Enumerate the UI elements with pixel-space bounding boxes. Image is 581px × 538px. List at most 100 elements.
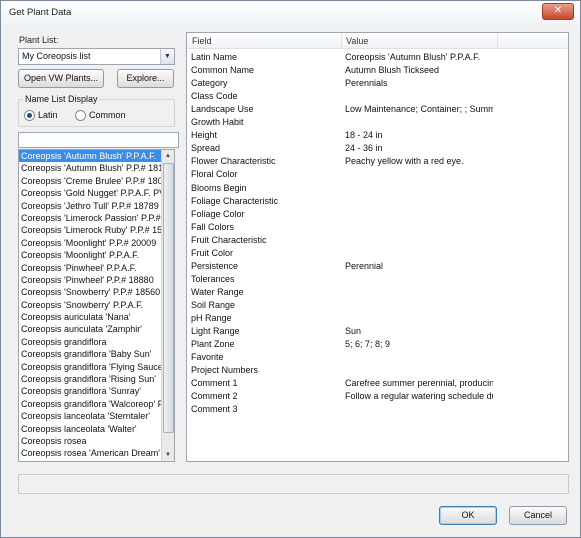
plant-list-items: Coreopsis 'Autumn Blush' P.P.A.F. Coreops…: [19, 150, 161, 460]
table-header: Field Value: [187, 33, 568, 49]
table-row[interactable]: Foliage Color: [187, 208, 568, 221]
plant-list-item[interactable]: Coreopsis grandiflora 'Rising Sun': [19, 373, 161, 385]
table-row[interactable]: Fruit Characteristic: [187, 234, 568, 247]
field-cell: Latin Name: [191, 52, 238, 62]
table-row[interactable]: Height 18 - 24 in: [187, 129, 568, 142]
plant-list-item[interactable]: Coreopsis 'Autumn Blush' P.P.# 18184: [19, 162, 161, 174]
plant-list-item[interactable]: Coreopsis 'Limerock Passion' P.P.# 15: [19, 212, 161, 224]
open-vw-plants-button[interactable]: Open VW Plants...: [18, 69, 104, 88]
latin-radio-label[interactable]: Latin: [38, 110, 58, 120]
field-cell: Category: [191, 78, 228, 89]
plant-list-item[interactable]: Coreopsis auriculata 'Zamphir': [19, 323, 161, 335]
plant-list-label: Plant List:: [19, 35, 59, 45]
plant-list-item[interactable]: Coreopsis 'Snowberry' P.P.# 18560: [19, 286, 161, 298]
plant-data-table[interactable]: Field Value Latin Name Coreopsis 'Autumn …: [186, 32, 569, 462]
table-row[interactable]: Category Perennials: [187, 77, 568, 90]
name-list-display-label: Name List Display: [23, 94, 100, 104]
table-row[interactable]: Flower Characteristic Peachy yellow with …: [187, 155, 568, 168]
field-column-header[interactable]: Field: [192, 36, 212, 46]
close-button[interactable]: ✕: [542, 3, 574, 20]
table-row[interactable]: Plant Zone 5; 6; 7; 8; 9: [187, 338, 568, 351]
table-row[interactable]: Light Range Sun: [187, 325, 568, 338]
plant-list-item[interactable]: Coreopsis grandiflora: [19, 336, 161, 348]
plant-list-item[interactable]: Coreopsis grandiflora 'Walcoreop' P.P.: [19, 398, 161, 410]
table-row[interactable]: Fruit Color: [187, 247, 568, 260]
plant-list-item[interactable]: Coreopsis lanceolata 'Walter': [19, 423, 161, 435]
value-cell: 24 - 36 in: [345, 143, 383, 154]
plant-list-item[interactable]: Coreopsis rosea 'American Dream': [19, 447, 161, 459]
plant-list-item[interactable]: Coreopsis grandiflora 'Baby Sun': [19, 348, 161, 360]
field-cell: Spread: [191, 143, 221, 154]
plant-list-item[interactable]: Coreopsis rosea: [19, 435, 161, 447]
field-cell: Floral Color: [191, 169, 238, 180]
plant-list-item[interactable]: Coreopsis grandiflora 'Flying Saucers' P: [19, 361, 161, 373]
plant-list-item[interactable]: Coreopsis 'Jethro Tull' P.P.# 18789: [19, 200, 161, 212]
field-cell: Comment 2: [191, 391, 238, 402]
table-row[interactable]: Foliage Characteristic: [187, 195, 568, 208]
scroll-up-icon[interactable]: ▲: [162, 150, 174, 162]
plant-list-item[interactable]: Coreopsis 'Pinwheel' P.P.# 18880: [19, 274, 161, 286]
plant-list-item[interactable]: Coreopsis 'Pinwheel' P.P.A.F.: [19, 262, 161, 274]
table-row[interactable]: Blooms Begin: [187, 182, 568, 195]
plant-list-item[interactable]: Coreopsis 'Limerock Ruby' P.P.# 1545: [19, 224, 161, 236]
plant-list-item[interactable]: Coreopsis 'Snowberry' P.P.A.F.: [19, 299, 161, 311]
table-row[interactable]: Tolerances: [187, 273, 568, 286]
table-row[interactable]: Project Numbers: [187, 364, 568, 377]
plant-list-scrollbar[interactable]: ▲ ▼: [161, 150, 174, 461]
table-row[interactable]: Comment 2 Follow a regular watering sched…: [187, 390, 568, 403]
common-radio-label[interactable]: Common: [89, 110, 126, 120]
common-radio[interactable]: [75, 110, 86, 121]
scroll-thumb[interactable]: [163, 163, 174, 433]
field-cell: pH Range: [191, 313, 232, 323]
field-cell: Fall Colors: [191, 221, 235, 232]
field-cell: Plant Zone: [191, 339, 235, 350]
field-cell: Soil Range: [191, 299, 236, 310]
latin-radio[interactable]: [24, 110, 35, 121]
plant-list-item[interactable]: Coreopsis auriculata 'Nana': [19, 311, 161, 323]
window-title: Get Plant Data: [9, 7, 72, 18]
plant-list-item[interactable]: Coreopsis 'Moonlight' P.P.A.F.: [19, 249, 161, 261]
filter-input[interactable]: [18, 132, 179, 148]
value-cell: Sun: [345, 326, 362, 337]
column-divider[interactable]: [341, 33, 342, 48]
table-row[interactable]: Landscape Use Low Maintenance; Container;…: [187, 103, 568, 116]
table-row[interactable]: pH Range: [187, 312, 568, 325]
table-row[interactable]: Class Code: [187, 90, 568, 103]
table-row[interactable]: Comment 3: [187, 403, 568, 416]
plant-list-item[interactable]: Coreopsis 'Gold Nugget' P.P.A.F. PVR: [19, 187, 161, 199]
column-divider[interactable]: [497, 33, 498, 48]
value-cell: Low Maintenance; Container; ; Summer: [345, 104, 493, 115]
table-row[interactable]: Fall Colors: [187, 221, 568, 234]
table-row[interactable]: Latin Name Coreopsis 'Autumn Blush' P.P.A…: [187, 51, 568, 64]
table-row[interactable]: Floral Color: [187, 168, 568, 181]
plant-list-dropdown[interactable]: My Coreopsis list ▼: [18, 48, 175, 65]
table-row[interactable]: Growth Habit: [187, 116, 568, 129]
value-cell: Perennials: [345, 78, 388, 89]
table-row[interactable]: Spread 24 - 36 in: [187, 142, 568, 155]
table-row[interactable]: Persistence Perennial: [187, 260, 568, 273]
plant-list-item[interactable]: Coreopsis lanceolata 'Sterntaler': [19, 410, 161, 422]
field-cell: Water Range: [191, 286, 244, 297]
ok-button[interactable]: OK: [439, 506, 497, 525]
field-cell: Favorite: [191, 352, 224, 363]
table-row[interactable]: Common Name Autumn Blush Tickseed: [187, 64, 568, 77]
chevron-down-icon[interactable]: ▼: [160, 49, 174, 64]
field-cell: Comment 1: [191, 378, 238, 389]
plant-list-item[interactable]: Coreopsis 'Moonlight' P.P.# 20009: [19, 237, 161, 249]
table-row[interactable]: Comment 1 Carefree summer perennial, prod…: [187, 377, 568, 390]
cancel-button[interactable]: Cancel: [509, 506, 567, 525]
plant-list-selected: My Coreopsis list: [22, 51, 91, 61]
plant-list-item[interactable]: Coreopsis grandiflora 'Sunray': [19, 385, 161, 397]
field-cell: Blooms Begin: [191, 182, 247, 193]
title-bar[interactable]: Get Plant Data ✕: [1, 1, 580, 27]
plant-listbox[interactable]: Coreopsis 'Autumn Blush' P.P.A.F. Coreops…: [18, 149, 175, 462]
table-row[interactable]: Favorite: [187, 351, 568, 364]
field-cell: Common Name: [191, 65, 255, 76]
explore-button[interactable]: Explore...: [117, 69, 174, 88]
plant-list-item[interactable]: Coreopsis 'Autumn Blush' P.P.A.F.: [19, 150, 161, 163]
table-row[interactable]: Soil Range: [187, 299, 568, 312]
plant-list-item[interactable]: Coreopsis 'Creme Brulee' P.P.# 18096: [19, 175, 161, 187]
value-column-header[interactable]: Value: [346, 36, 368, 46]
table-row[interactable]: Water Range: [187, 286, 568, 299]
scroll-down-icon[interactable]: ▼: [162, 449, 174, 461]
